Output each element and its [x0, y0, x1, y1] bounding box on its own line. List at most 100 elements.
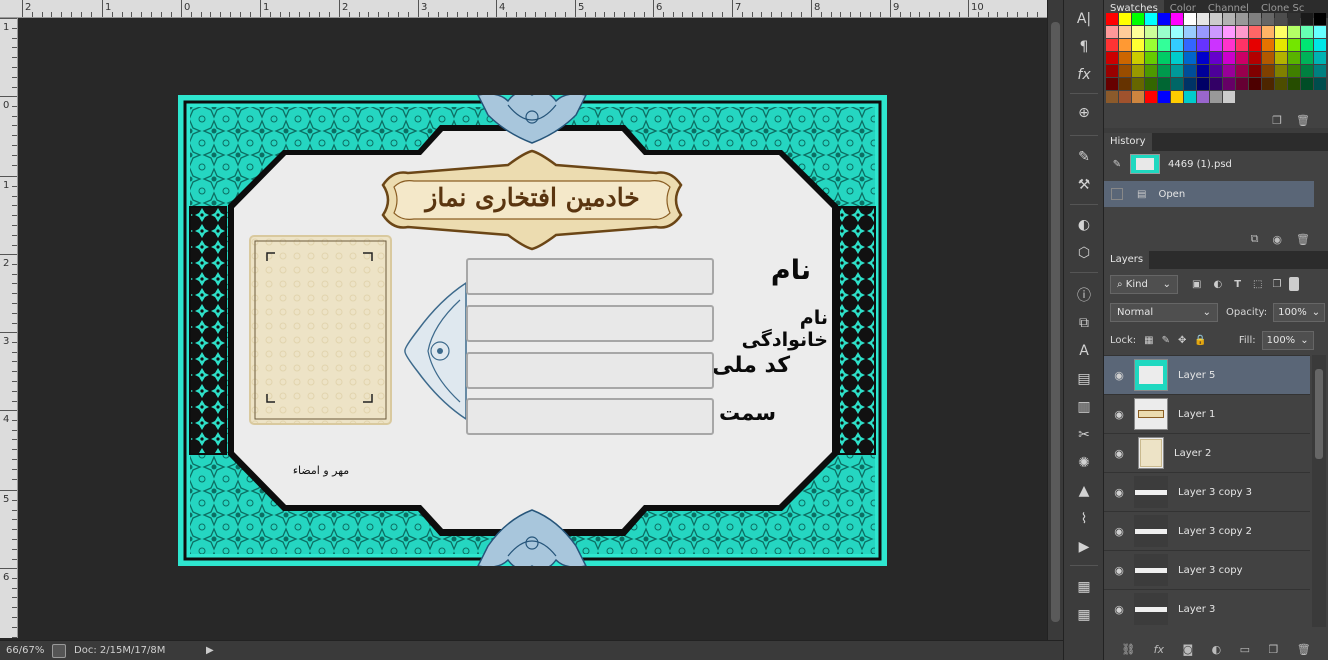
color-swatch[interactable] — [1262, 78, 1274, 90]
color-swatch[interactable] — [1119, 52, 1131, 64]
color-swatch[interactable] — [1158, 39, 1170, 51]
brush-panel-icon[interactable]: ⚒ — [1073, 174, 1095, 196]
color-swatch[interactable] — [1184, 26, 1196, 38]
color-swatch[interactable] — [1158, 91, 1170, 103]
link-layers-icon[interactable]: ⛓ — [1121, 643, 1135, 656]
character-panel-icon[interactable]: A| — [1073, 8, 1095, 30]
navigator-icon[interactable]: ✺ — [1073, 452, 1095, 474]
color-swatch[interactable] — [1262, 26, 1274, 38]
styles-panel-icon[interactable]: fx — [1073, 64, 1095, 86]
filter-smart-object-icon[interactable]: ❐ — [1272, 279, 1281, 290]
layer-row[interactable]: ◉ Layer 3 copy 2 — [1104, 511, 1310, 550]
color-swatch[interactable] — [1171, 78, 1183, 90]
filter-pixel-icon[interactable]: ▣ — [1192, 279, 1201, 290]
color-swatch[interactable] — [1197, 78, 1209, 90]
layer-style-icon[interactable]: fx — [1154, 643, 1164, 656]
layer-row[interactable]: ◉ Layer 2 — [1104, 433, 1310, 472]
new-group-icon[interactable]: ▭ — [1240, 643, 1250, 656]
color-swatch[interactable] — [1262, 13, 1274, 25]
color-swatch[interactable] — [1210, 13, 1222, 25]
layer-row[interactable]: ◉ Layer 1 — [1104, 394, 1310, 433]
opacity-input[interactable]: 100% ⌄ — [1273, 302, 1326, 322]
field-box-position[interactable] — [466, 398, 714, 435]
color-swatch[interactable] — [1275, 13, 1287, 25]
field-box-national-code[interactable] — [466, 352, 714, 389]
color-swatch[interactable] — [1314, 65, 1326, 77]
visibility-eye-icon[interactable]: ◉ — [1104, 408, 1134, 421]
add-mask-icon[interactable]: ◙ — [1182, 643, 1193, 656]
color-swatch[interactable] — [1223, 39, 1235, 51]
color-swatch[interactable] — [1223, 13, 1235, 25]
color-swatch[interactable] — [1145, 39, 1157, 51]
color-swatch[interactable] — [1106, 91, 1118, 103]
color-swatch[interactable] — [1197, 91, 1209, 103]
color-swatch[interactable] — [1210, 26, 1222, 38]
color-swatch[interactable] — [1288, 39, 1300, 51]
adjustments-icon[interactable]: ◐ — [1073, 214, 1095, 236]
color-swatch[interactable] — [1223, 91, 1235, 103]
color-swatch[interactable] — [1288, 52, 1300, 64]
status-menu-arrow-icon[interactable]: ▶ — [206, 645, 214, 656]
field-box-family-name[interactable] — [466, 305, 714, 342]
color-swatch[interactable] — [1106, 78, 1118, 90]
color-swatch[interactable] — [1158, 65, 1170, 77]
paths-panel-icon[interactable]: ⌇ — [1073, 508, 1095, 530]
new-layer-icon[interactable]: ❐ — [1268, 643, 1278, 656]
swatch-grid[interactable] — [1106, 13, 1326, 103]
color-swatch[interactable] — [1184, 39, 1196, 51]
color-swatch[interactable] — [1171, 13, 1183, 25]
layers-scrollbar[interactable] — [1312, 355, 1326, 627]
delete-layer-icon[interactable]: 🗑 — [1297, 643, 1311, 656]
color-swatch[interactable] — [1158, 26, 1170, 38]
color-swatch[interactable] — [1210, 91, 1222, 103]
color-swatch[interactable] — [1288, 78, 1300, 90]
color-swatch[interactable] — [1197, 39, 1209, 51]
color-swatch[interactable] — [1223, 52, 1235, 64]
color-swatch[interactable] — [1275, 78, 1287, 90]
measurement-log-icon[interactable]: ▦ — [1073, 576, 1095, 598]
color-swatch[interactable] — [1301, 52, 1313, 64]
ruler-horizontal[interactable]: 2 1 0 1 2 3 4 5 6 7 8 9 10 — [0, 0, 1047, 18]
color-swatch[interactable] — [1184, 78, 1196, 90]
color-swatch[interactable] — [1132, 39, 1144, 51]
color-swatch[interactable] — [1249, 52, 1261, 64]
visibility-eye-icon[interactable]: ◉ — [1104, 369, 1134, 382]
color-swatch[interactable] — [1210, 39, 1222, 51]
visibility-eye-icon[interactable]: ◉ — [1104, 447, 1134, 460]
lock-position-icon[interactable]: ✥ — [1178, 335, 1186, 346]
color-swatch[interactable] — [1210, 52, 1222, 64]
layer-row[interactable]: ◉ Layer 3 copy — [1104, 550, 1310, 589]
color-swatch[interactable] — [1197, 65, 1209, 77]
color-swatch[interactable] — [1236, 26, 1248, 38]
color-swatch[interactable] — [1119, 91, 1131, 103]
color-swatch[interactable] — [1171, 65, 1183, 77]
color-swatch[interactable] — [1119, 65, 1131, 77]
color-swatch[interactable] — [1132, 52, 1144, 64]
color-swatch[interactable] — [1314, 39, 1326, 51]
color-swatch[interactable] — [1210, 78, 1222, 90]
color-swatch[interactable] — [1236, 52, 1248, 64]
color-swatch[interactable] — [1301, 78, 1313, 90]
delete-state-icon[interactable]: 🗑 — [1296, 233, 1310, 246]
color-swatch[interactable] — [1132, 78, 1144, 90]
color-swatch[interactable] — [1184, 91, 1196, 103]
lock-image-icon[interactable]: ✎ — [1162, 335, 1170, 346]
color-swatch[interactable] — [1197, 26, 1209, 38]
layer-row[interactable]: ◉ Layer 3 — [1104, 589, 1310, 628]
layer-row[interactable]: ◉ Layer 5 — [1104, 355, 1310, 394]
color-swatch[interactable] — [1314, 52, 1326, 64]
clone-source-icon[interactable]: ⊕ — [1073, 102, 1095, 124]
brush-presets-icon[interactable]: ✎ — [1073, 146, 1095, 168]
visibility-eye-icon[interactable]: ◉ — [1104, 564, 1134, 577]
scroll-thumb[interactable] — [1051, 22, 1060, 622]
filter-kind-select[interactable]: ⌕ Kind ⌄ — [1110, 274, 1178, 294]
color-swatch[interactable] — [1236, 39, 1248, 51]
color-swatch[interactable] — [1236, 13, 1248, 25]
visibility-eye-icon[interactable]: ◉ — [1104, 486, 1134, 499]
fill-input[interactable]: 100% ⌄ — [1261, 330, 1314, 350]
color-swatch[interactable] — [1288, 13, 1300, 25]
color-swatch[interactable] — [1249, 39, 1261, 51]
history-brush-icon[interactable]: ✎ — [1104, 159, 1130, 170]
color-swatch[interactable] — [1106, 52, 1118, 64]
tab-layers[interactable]: Layers — [1104, 251, 1150, 269]
